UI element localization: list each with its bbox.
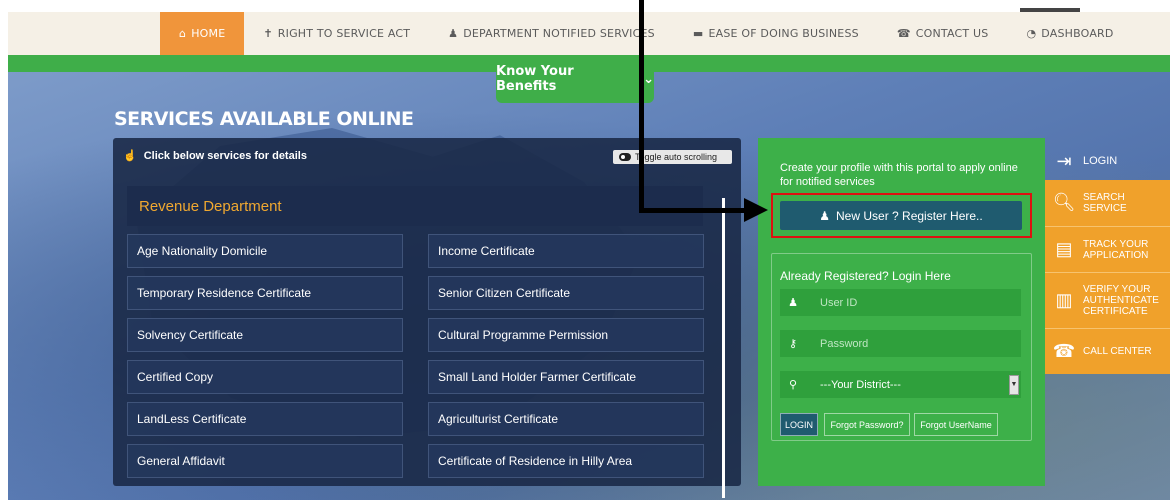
nav-ease-of-doing-business[interactable]: ▬ EASE OF DOING BUSINESS (674, 12, 878, 55)
chevron-down-icon: ⌄ (643, 71, 654, 87)
services-hint-text: Click below services for details (143, 149, 307, 162)
nav-contact-us[interactable]: ☎ CONTACT US (878, 12, 1008, 55)
district-selected: ---Your District--- (820, 378, 901, 391)
password-field[interactable]: ⚷ Password (780, 330, 1021, 357)
password-placeholder: Password (820, 337, 869, 350)
side-search-service[interactable]: 🔍︎ SEARCH SERVICE (1045, 180, 1170, 226)
side-call-label: CALL CENTER (1083, 346, 1152, 357)
key-icon: ⚷ (788, 338, 798, 350)
service-item[interactable]: Certified Copy (127, 360, 403, 394)
nav-label: RIGHT TO SERVICE ACT (277, 27, 411, 40)
nav-label: DEPARTMENT NOTIFIED SERVICES (463, 27, 655, 40)
profile-info-text: Create your profile with this portal to … (780, 162, 1018, 188)
register-label: New User ? Register Here.. (836, 208, 983, 223)
login-title: Already Registered? Login Here (780, 269, 951, 283)
scroll-indicator[interactable] (722, 198, 725, 498)
service-item[interactable]: Agriculturist Certificate (428, 402, 704, 436)
phone-icon: ☎ (1052, 340, 1076, 361)
services-panel: ☝ Click below services for details Toggl… (113, 138, 741, 498)
nav-label: HOME (191, 27, 226, 40)
forgot-password-button[interactable]: Forgot Password? (824, 413, 910, 436)
service-item[interactable]: Certificate of Residence in Hilly Area (428, 444, 704, 478)
services-hint: ☝ Click below services for details (123, 149, 307, 163)
services-heading: SERVICES AVAILABLE ONLINE (114, 108, 414, 130)
department-title[interactable]: Revenue Department (127, 186, 703, 226)
user-icon: ♟ (819, 208, 831, 223)
phone-icon: ☎ (896, 27, 911, 40)
service-item[interactable]: Age Nationality Domicile (127, 234, 403, 268)
userid-field[interactable]: ♟ User ID (780, 289, 1021, 316)
side-verify-label: VERIFY YOUR AUTHENTICATE CERTIFICATE (1083, 284, 1159, 317)
pointer-hand-icon: ☝ (123, 150, 137, 162)
sign-in-icon: ⇥ (1056, 150, 1072, 171)
side-login-link[interactable]: ⇥ LOGIN (1045, 143, 1170, 180)
service-item[interactable]: Cultural Programme Permission (428, 318, 704, 352)
userid-placeholder: User ID (820, 296, 858, 309)
top-navigation: ⌂ HOME ✝ RIGHT TO SERVICE ACT ♟ DEPARTME… (8, 12, 1170, 55)
nav-label: CONTACT US (915, 27, 989, 40)
side-track-label: TRACK YOUR APPLICATION (1083, 238, 1149, 261)
service-item[interactable]: Senior Citizen Certificate (428, 276, 704, 310)
service-item[interactable]: General Affidavit (127, 444, 403, 478)
toggle-icon (619, 153, 631, 161)
search-icon: 🔍︎ (1052, 192, 1076, 213)
register-button[interactable]: ♟ New User ? Register Here.. (780, 201, 1022, 230)
district-select[interactable]: ⚲ ---Your District--- ▼ (780, 371, 1021, 398)
annotation-arrow-line (639, 208, 759, 213)
side-login-label: LOGIN (1083, 155, 1118, 168)
document-icon: ▤ (1055, 238, 1073, 259)
side-call-center[interactable]: ☎ CALL CENTER (1045, 328, 1170, 374)
user-icon: ♟ (788, 297, 798, 309)
select-arrow-icon: ▼ (1009, 374, 1019, 395)
side-track-application[interactable]: ▤ TRACK YOUR APPLICATION (1045, 226, 1170, 272)
nav-right-to-service-act[interactable]: ✝ RIGHT TO SERVICE ACT (244, 12, 429, 55)
service-item[interactable]: Small Land Holder Farmer Certificate (428, 360, 704, 394)
dashboard-icon: ◔ (1026, 27, 1037, 40)
know-your-benefits-tab[interactable]: Know Your Benefits ⌄ (496, 55, 654, 103)
home-icon: ⌂ (179, 27, 187, 40)
service-item[interactable]: Solvency Certificate (127, 318, 403, 352)
user-icon: ♟ (448, 27, 459, 40)
nav-dashboard[interactable]: ◔ DASHBOARD (1007, 12, 1132, 55)
annotation-arrow-line (639, 0, 644, 212)
toggle-auto-scrolling-button[interactable]: Toggle auto scrolling (613, 150, 732, 164)
side-verify-certificate[interactable]: ▥ VERIFY YOUR AUTHENTICATE CERTIFICATE (1045, 272, 1170, 328)
benefits-label: Know Your Benefits (496, 64, 574, 94)
map-marker-icon: ⚲ (788, 379, 798, 391)
forgot-username-button[interactable]: Forgot UserName (914, 413, 998, 436)
nav-department-notified-services[interactable]: ♟ DEPARTMENT NOTIFIED SERVICES (429, 12, 674, 55)
gavel-icon: ✝ (263, 27, 273, 40)
barcode-icon: ▥ (1055, 289, 1073, 310)
side-search-label: SEARCH SERVICE (1083, 192, 1127, 214)
nav-label: EASE OF DOING BUSINESS (708, 27, 859, 40)
service-item[interactable]: Income Certificate (428, 234, 704, 268)
nav-label: DASHBOARD (1041, 27, 1114, 40)
login-button[interactable]: LOGIN (780, 413, 818, 436)
annotation-arrow-head (744, 198, 768, 222)
service-item[interactable]: LandLess Certificate (127, 402, 403, 436)
service-item[interactable]: Temporary Residence Certificate (127, 276, 403, 310)
toggle-label: Toggle auto scrolling (635, 152, 718, 162)
briefcase-icon: ▬ (692, 27, 704, 40)
nav-home[interactable]: ⌂ HOME (160, 12, 245, 55)
